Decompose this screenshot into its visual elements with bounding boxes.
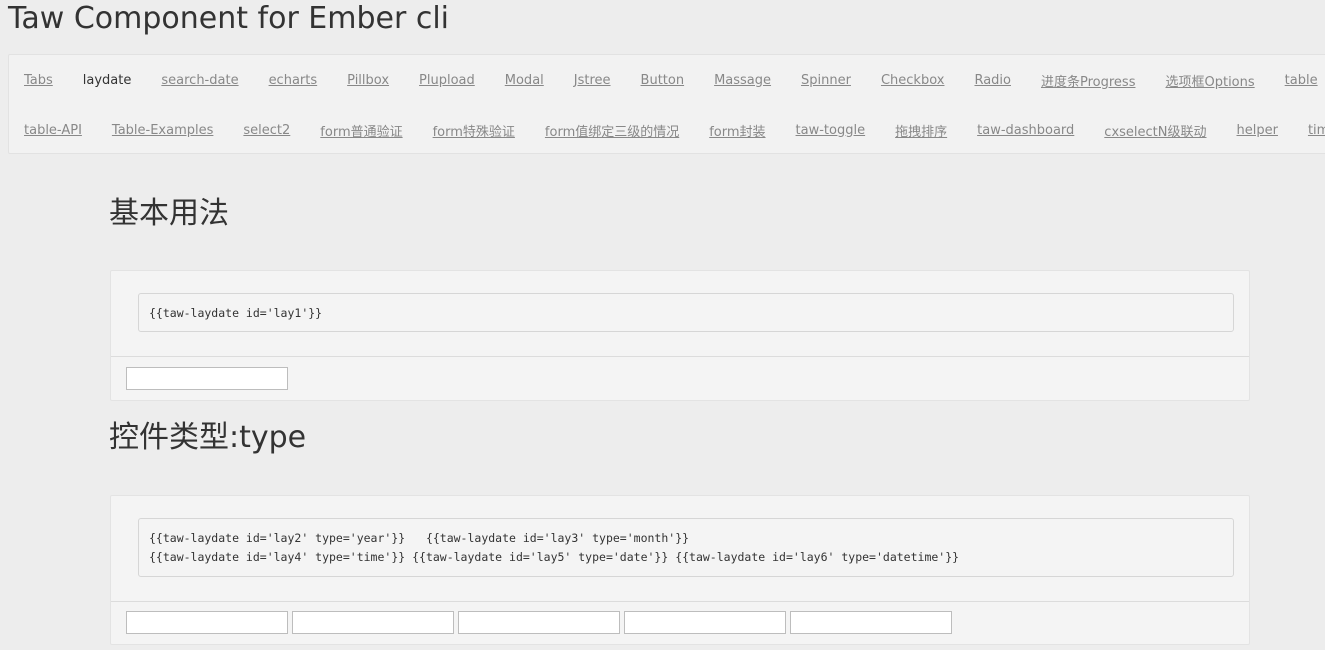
section-heading-control-type: 控件类型:type (109, 420, 307, 455)
nav-link-pillbox[interactable]: Pillbox (347, 73, 389, 88)
nav-link-massage[interactable]: Massage (714, 73, 771, 88)
nav-row-2: table-API Table-Examples select2 form普通验证 fo… (9, 120, 1325, 140)
laydate-input[interactable] (292, 611, 454, 634)
nav-link-taw-toggle[interactable]: taw-toggle (796, 123, 866, 138)
nav-link-选项框options[interactable]: 选项框Options (1165, 71, 1254, 90)
laydate-input[interactable] (126, 367, 288, 390)
nav-link-button[interactable]: Button (641, 73, 685, 88)
nav-link-tabs[interactable]: Tabs (24, 73, 53, 88)
nav-link-进度条progress[interactable]: 进度条Progress (1041, 71, 1135, 90)
demo-panel-code-area: {{taw-laydate id='lay1'}} (111, 271, 1249, 357)
nav-link-timechange[interactable]: timechange (1308, 123, 1325, 138)
code-snippet: {{taw-laydate id='lay2' type='year'}} {{… (138, 518, 1234, 577)
demo-panel-inputs (126, 611, 956, 634)
nav-link-table[interactable]: table (1285, 73, 1318, 88)
demo-panel-basic: {{taw-laydate id='lay1'}} (110, 270, 1250, 401)
nav-link-form特殊验证[interactable]: form特殊验证 (433, 121, 515, 140)
nav-link-form封装[interactable]: form封装 (709, 121, 765, 140)
nav-row-1: Tabs laydate search-date echarts Pillbox Plup… (9, 70, 1325, 90)
component-nav: Tabs laydate search-date echarts Pillbox Plup… (8, 54, 1325, 154)
nav-link-select2[interactable]: select2 (243, 123, 290, 138)
nav-link-拖拽排序[interactable]: 拖拽排序 (895, 121, 947, 140)
nav-link-taw-dashboard[interactable]: taw-dashboard (977, 123, 1074, 138)
code-snippet: {{taw-laydate id='lay1'}} (138, 293, 1234, 332)
code-line: {{taw-laydate id='lay2' type='year'}} {{… (149, 531, 690, 545)
page-title: Taw Component for Ember cli (8, 1, 450, 36)
nav-link-cxselectn级联动[interactable]: cxselectN级联动 (1104, 121, 1206, 140)
laydate-input[interactable] (624, 611, 786, 634)
nav-link-modal[interactable]: Modal (505, 73, 544, 88)
nav-link-radio[interactable]: Radio (974, 73, 1011, 88)
code-line: {{taw-laydate id='lay1'}} (149, 306, 323, 320)
nav-link-search-date[interactable]: search-date (161, 73, 238, 88)
nav-link-helper[interactable]: helper (1237, 123, 1278, 138)
nav-link-table-examples[interactable]: Table-Examples (112, 123, 213, 138)
laydate-input[interactable] (790, 611, 952, 634)
demo-panel-code-area: {{taw-laydate id='lay2' type='year'}} {{… (111, 496, 1249, 602)
laydate-input[interactable] (458, 611, 620, 634)
nav-link-plupload[interactable]: Plupload (419, 73, 475, 88)
nav-link-checkbox[interactable]: Checkbox (881, 73, 945, 88)
nav-link-form值绑定三级的情况[interactable]: form值绑定三级的情况 (545, 121, 679, 140)
demo-panel-type: {{taw-laydate id='lay2' type='year'}} {{… (110, 495, 1250, 645)
nav-link-laydate[interactable]: laydate (83, 73, 132, 88)
code-line: {{taw-laydate id='lay4' type='time'}} {{… (149, 550, 960, 564)
section-heading-basic-usage: 基本用法 (109, 196, 229, 231)
nav-link-form普通验证[interactable]: form普通验证 (320, 121, 402, 140)
laydate-input[interactable] (126, 611, 288, 634)
nav-link-echarts[interactable]: echarts (269, 73, 318, 88)
nav-link-spinner[interactable]: Spinner (801, 73, 851, 88)
nav-link-table-api[interactable]: table-API (24, 123, 82, 138)
demo-panel-inputs (126, 367, 292, 390)
nav-link-jstree[interactable]: Jstree (574, 73, 611, 88)
